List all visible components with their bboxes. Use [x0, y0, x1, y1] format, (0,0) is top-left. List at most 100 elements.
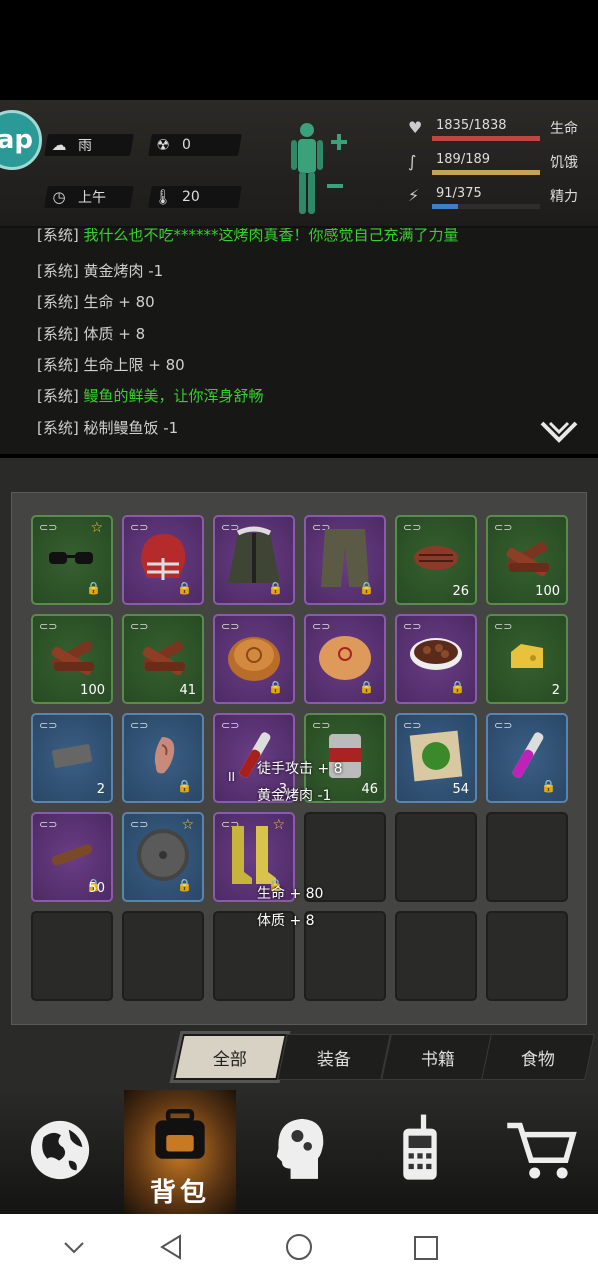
inventory-slot-whetstone[interactable]: ⊂⊃ 2 [31, 713, 113, 803]
float-text: 黄金烤肉 -1 [257, 788, 332, 804]
item-image [47, 840, 97, 874]
time-pill: ◷ 上午 [44, 186, 134, 208]
tab-equipment[interactable]: 装备 [277, 1034, 391, 1080]
body-status-figure-icon[interactable] [283, 120, 349, 220]
tab-all[interactable]: 全部 [173, 1034, 287, 1080]
chevron-down-icon[interactable] [62, 1236, 86, 1260]
skills-button[interactable] [242, 1090, 360, 1214]
inventory-slot-football-helmet[interactable]: ⊂⊃ 🔒 [122, 515, 204, 605]
tab-books[interactable]: 书籍 [381, 1034, 495, 1080]
inventory-slot-jerky[interactable]: ⊂⊃ 100 [486, 515, 568, 605]
item-count: 100 [80, 683, 105, 698]
inventory-slot-empty[interactable] [122, 911, 204, 1001]
lock-icon: 🔒 [268, 581, 283, 595]
radiation-value: 0 [182, 137, 191, 153]
inventory-slot-glasses[interactable]: ⊂⊃ ☆ 🔒 [31, 515, 113, 605]
inventory-slot-empty[interactable] [486, 911, 568, 1001]
lock-icon: 🔒 [541, 779, 556, 793]
inventory-slot-empty[interactable] [31, 911, 113, 1001]
float-text: 体质 + 8 [257, 913, 315, 929]
radiation-pill: ☢ 0 [148, 134, 242, 156]
system-nav-bar [0, 1214, 598, 1280]
link-icon: ⊂⊃ [39, 818, 58, 831]
inventory-slot-round-shield[interactable]: ⊂⊃ ☆ 🔒 [122, 812, 204, 902]
item-image [407, 632, 465, 686]
log-line: [系统] 体质 + 8 [37, 325, 146, 343]
inventory-slot-purple-vial[interactable]: ⊂⊃ 🔒 [486, 713, 568, 803]
inventory-slot-empty[interactable] [395, 911, 477, 1001]
link-icon: ⊂⊃ [494, 620, 513, 633]
top-black-area [0, 0, 598, 100]
link-icon: ⊂⊃ [130, 719, 149, 732]
health-fill [432, 136, 540, 141]
stomach-icon: ∫ [408, 152, 417, 171]
back-triangle-icon[interactable] [158, 1234, 184, 1260]
link-icon: ⊂⊃ [403, 521, 422, 534]
bottom-nav: 背包 [0, 1090, 598, 1214]
star-icon: ☆ [90, 520, 103, 536]
float-text: 徒手攻击 + 8 [257, 761, 343, 777]
health-label: 生命 [550, 121, 578, 137]
backpack-button[interactable]: 背包 [124, 1090, 236, 1214]
inventory-slot-herb-map[interactable]: ⊂⊃ 54 [395, 713, 477, 803]
category-tabs: 全部 装备 书籍 食物 [170, 1034, 595, 1080]
inventory-slot-cargo-shorts[interactable]: ⊂⊃ 🔒 [304, 515, 386, 605]
inventory-slot-cheese[interactable]: ⊂⊃ 2 [486, 614, 568, 704]
lock-icon: 🔒 [359, 581, 374, 595]
globe-icon [30, 1120, 90, 1180]
item-count: 26 [452, 584, 469, 599]
energy-label: 精力 [550, 189, 578, 205]
walkie-talkie-icon [403, 1114, 437, 1180]
chevron-down-icon[interactable] [540, 420, 578, 444]
world-map-button[interactable] [0, 1090, 118, 1214]
log-line: [系统] 鳗鱼的鲜美，让你浑身舒畅 [37, 387, 264, 405]
item-image [499, 533, 555, 587]
item-image [406, 729, 466, 787]
item-image [317, 632, 373, 686]
lock-icon: 🔒 [177, 581, 192, 595]
item-count: 41 [179, 683, 196, 698]
head-gears-icon [276, 1118, 324, 1179]
inventory-slot-jerky[interactable]: ⊂⊃ 41 [122, 614, 204, 704]
inventory-slot-bun[interactable]: ⊂⊃ 🔒 [304, 614, 386, 704]
lock-icon: 🔒 [177, 779, 192, 793]
recents-square-icon[interactable] [413, 1235, 439, 1261]
thermometer-icon: 🌡 [153, 188, 173, 206]
health-value: 1835/1838 [436, 118, 507, 133]
ap-button[interactable]: ap [0, 110, 42, 170]
rain-cloud-icon: ☁ [51, 136, 67, 154]
lock-icon: 🔒 [177, 878, 192, 892]
log-line: [系统] 生命上限 + 80 [37, 356, 185, 374]
item-image [507, 640, 547, 678]
inventory-slot-stew-bowl[interactable]: ⊂⊃ 🔒 [395, 614, 477, 704]
item-image [47, 548, 97, 572]
brain-bolt-icon: ⚡ [408, 186, 420, 205]
tab-food[interactable]: 食物 [481, 1034, 595, 1080]
lock-icon: 🔒 [450, 680, 465, 694]
home-circle-icon[interactable] [285, 1233, 313, 1261]
inventory-slot-winter-jacket[interactable]: ⊂⊃ 🔒 [213, 515, 295, 605]
float-text: 生命 + 80 [257, 886, 324, 902]
item-count: 100 [535, 584, 560, 599]
radio-button[interactable] [360, 1090, 478, 1214]
inventory-slot-jerky[interactable]: ⊂⊃ 100 [31, 614, 113, 704]
time-value: 上午 [78, 190, 106, 206]
item-count: 46 [361, 782, 378, 797]
inventory-slot-empty[interactable] [395, 812, 477, 902]
inventory-slot-steak[interactable]: ⊂⊃ 26 [395, 515, 477, 605]
lock-icon: 🔒 [268, 680, 283, 694]
energy-bar: ⚡ 91/375 精力 [402, 186, 598, 210]
inventory-slot-cigar[interactable]: ⊂⊃ 🔒 50 [31, 812, 113, 902]
shop-button[interactable] [480, 1090, 598, 1214]
link-icon: ⊂⊃ [39, 719, 58, 732]
lock-icon: 🔒 [359, 680, 374, 694]
inventory-slot-empty[interactable] [486, 812, 568, 902]
item-image [148, 733, 178, 783]
inventory-slot-mooncake[interactable]: ⊂⊃ 🔒 [213, 614, 295, 704]
weather-pill: ☁ 雨 [44, 134, 134, 156]
item-image [411, 543, 461, 577]
energy-fill [432, 204, 459, 209]
inventory-slot-ear[interactable]: ⊂⊃ 🔒 [122, 713, 204, 803]
item-count: 50 [88, 881, 105, 896]
inventory-slot-empty[interactable] [304, 911, 386, 1001]
